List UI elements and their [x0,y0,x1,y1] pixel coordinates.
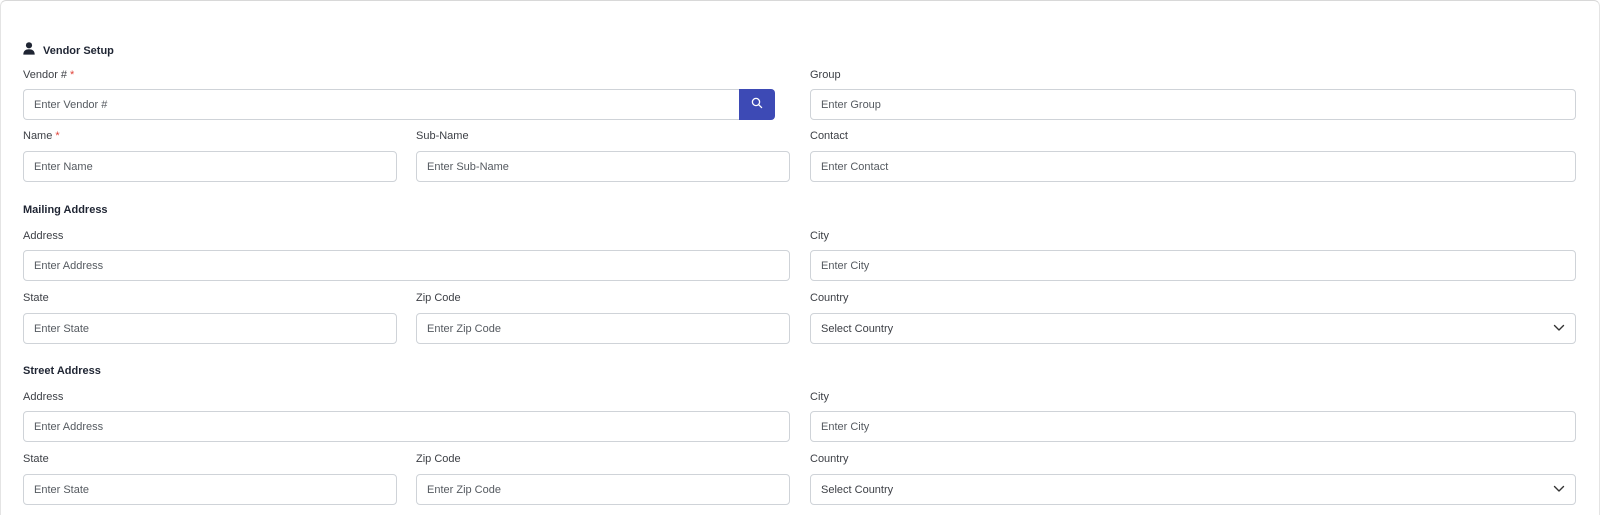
mailing-zip-label: Zip Code [416,292,461,304]
mailing-city-label: City [810,230,829,242]
mailing-state-label: State [23,292,49,304]
mailing-zip-input[interactable] [416,313,790,344]
street-address-title: Street Address [23,365,101,377]
street-zip-input[interactable] [416,474,790,505]
street-address-input[interactable] [23,411,790,442]
chevron-down-icon [1553,323,1565,335]
mailing-state-input[interactable] [23,313,397,344]
street-city-label: City [810,391,829,403]
sub-name-label: Sub-Name [416,130,469,142]
street-state-input[interactable] [23,474,397,505]
group-input[interactable] [810,89,1576,120]
chevron-down-icon [1553,484,1565,496]
name-label: Name * [23,130,60,142]
street-country-value: Select Country [821,483,894,496]
street-country-select[interactable]: Select Country [810,474,1576,505]
street-city-input[interactable] [810,411,1576,442]
user-icon [23,42,35,60]
name-input[interactable] [23,151,397,182]
mailing-address-label: Address [23,230,64,242]
mailing-address-title: Mailing Address [23,204,108,216]
contact-input[interactable] [810,151,1576,182]
mailing-country-value: Select Country [821,322,894,335]
section-title: Vendor Setup [43,45,114,57]
mailing-country-select[interactable]: Select Country [810,313,1576,344]
contact-label: Contact [810,130,848,142]
mailing-country-label: Country [810,292,849,304]
sub-name-input[interactable] [416,151,790,182]
required-mark: * [70,69,75,81]
name-label-text: Name [23,130,53,142]
group-label: Group [810,69,841,81]
required-mark: * [55,130,60,142]
search-icon [751,96,763,114]
vendor-search-button[interactable] [739,89,775,120]
street-address-label: Address [23,391,64,403]
vendor-number-label-text: Vendor # [23,69,68,81]
vendor-number-label: Vendor # * [23,69,74,81]
street-country-label: Country [810,453,849,465]
street-state-label: State [23,453,49,465]
vendor-setup-heading: Vendor Setup [23,42,114,60]
mailing-city-input[interactable] [810,250,1576,281]
mailing-address-input[interactable] [23,250,790,281]
vendor-setup-card: Vendor Setup Vendor #* Group Name* Sub-N… [0,0,1600,515]
vendor-number-input[interactable] [23,89,739,120]
vendor-number-group [23,89,775,120]
street-zip-label: Zip Code [416,453,461,465]
